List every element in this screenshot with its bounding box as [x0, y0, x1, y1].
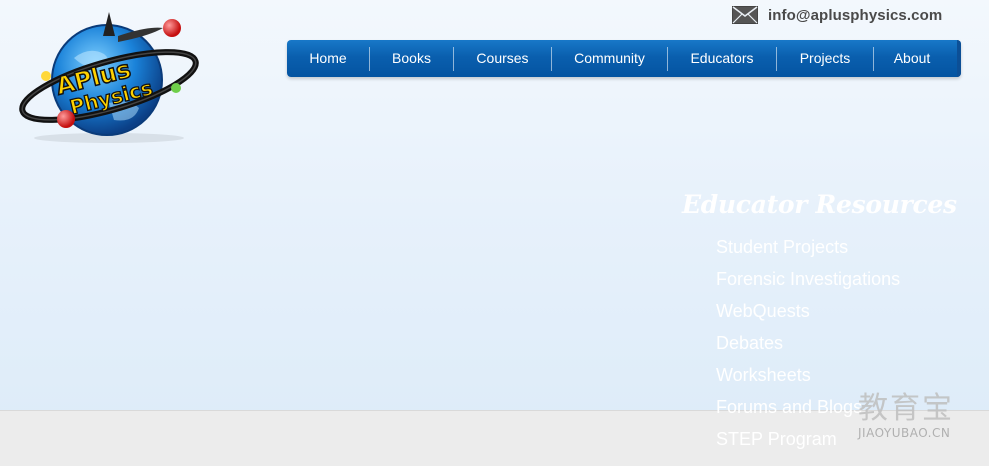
watermark-en: JIAOYUBAO.CN: [858, 426, 951, 440]
resource-link-webquests[interactable]: WebQuests: [716, 295, 982, 327]
nav-about[interactable]: About: [874, 40, 950, 77]
nav-educators[interactable]: Educators: [668, 40, 776, 77]
resource-link-forensic-investigations[interactable]: Forensic Investigations: [716, 263, 982, 295]
nav-home[interactable]: Home: [287, 40, 369, 77]
nav-end-cap: [957, 40, 961, 77]
resource-link-worksheets[interactable]: Worksheets: [716, 359, 982, 391]
contact-email[interactable]: info@aplusphysics.com: [732, 6, 942, 24]
watermark-cn: 教育宝: [858, 391, 954, 426]
watermark: 教育宝 JIAOYUBAO.CN: [858, 391, 970, 441]
site-logo[interactable]: APlus Physics: [14, 8, 204, 148]
nav-community[interactable]: Community: [552, 40, 667, 77]
email-address[interactable]: info@aplusphysics.com: [768, 7, 942, 24]
main-nav: Home Books Courses Community Educators P…: [287, 40, 961, 77]
nav-projects[interactable]: Projects: [777, 40, 873, 77]
resources-title: Educator Resources: [682, 190, 957, 219]
resource-link-debates[interactable]: Debates: [716, 327, 982, 359]
nav-courses[interactable]: Courses: [454, 40, 551, 77]
nav-books[interactable]: Books: [370, 40, 453, 77]
envelope-icon: [732, 6, 758, 24]
resource-link-student-projects[interactable]: Student Projects: [716, 231, 982, 263]
aplus-physics-logo-icon: APlus Physics: [19, 12, 199, 143]
